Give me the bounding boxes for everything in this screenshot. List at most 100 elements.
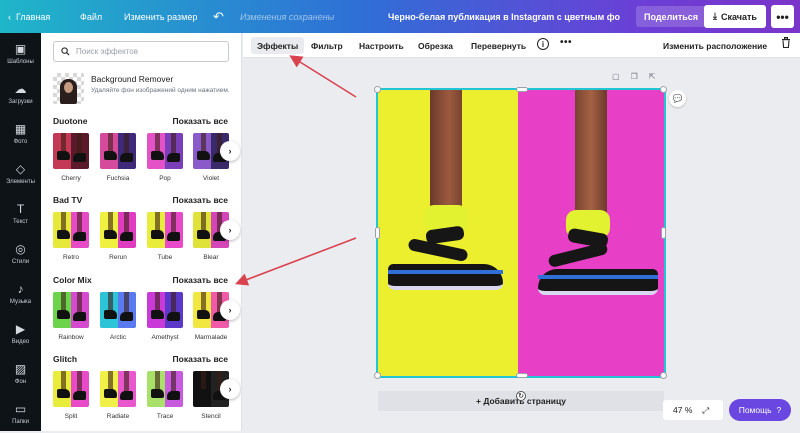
effect-label: Stencil (201, 413, 221, 420)
effect-label: Arctic (109, 334, 127, 341)
photo-icon: ▦ (14, 121, 27, 136)
home-button[interactable]: ‹ Главная (8, 0, 50, 33)
show-all-link[interactable]: Показать все (173, 195, 228, 205)
nav-label: Текст (12, 218, 29, 225)
effect-label: Violet (202, 175, 220, 182)
effect-label: Pop (159, 175, 171, 182)
filter-button[interactable]: Фильтр (305, 37, 349, 54)
nav-item-folder[interactable]: ▭ Папки (0, 393, 41, 433)
rotate-icon[interactable]: ↻ (516, 391, 526, 401)
info-icon[interactable]: i (537, 38, 549, 50)
background-remover[interactable]: Background Remover Удаляйте фон изображе… (53, 73, 233, 105)
nav-label: Шаблоны (7, 58, 34, 65)
effect-thumbnail[interactable] (53, 212, 89, 248)
effect-thumbnail[interactable] (53, 133, 89, 169)
effect-label: Retro (63, 254, 79, 261)
left-navigation: ▣ Шаблоны ☁ Загрузки ▦ Фото ◇ Элементы T Текст ◎ Ст… (0, 33, 41, 431)
show-all-link[interactable]: Показать все (173, 354, 228, 364)
nav-label: Музыка (9, 298, 32, 305)
effect-thumbnail[interactable] (53, 371, 89, 407)
nav-label: Элементы (6, 178, 35, 185)
more-options-button[interactable]: ••• (771, 5, 794, 28)
effect-label: Rerun (109, 254, 127, 261)
download-button[interactable]: ⤓ Скачать (704, 5, 766, 28)
section-title: Glitch (53, 354, 78, 364)
nav-item-background[interactable]: ▨ Фон (0, 353, 41, 393)
video-icon: ▶ (15, 321, 26, 336)
search-input[interactable]: Поиск эффектов (53, 41, 229, 62)
design-image[interactable] (376, 88, 666, 378)
chevron-right-icon[interactable]: › (220, 379, 240, 399)
share-button[interactable]: Поделиться (636, 6, 707, 27)
effect-thumbnail[interactable] (147, 133, 183, 169)
resize-handle[interactable] (374, 86, 381, 93)
effect-thumbnail[interactable] (100, 212, 136, 248)
file-menu[interactable]: Файл (80, 0, 102, 33)
undo-icon[interactable]: ↶ (213, 0, 224, 33)
resize-button[interactable]: Изменить размер (124, 0, 197, 33)
effect-label: Trace (156, 413, 174, 420)
effect-thumbnail[interactable] (147, 212, 183, 248)
help-label: Помощь (738, 405, 772, 415)
image-toolbar: Эффекты Фильтр Настроить Обрезка Перевер… (243, 33, 800, 58)
crop-button[interactable]: Обрезка (412, 37, 459, 54)
page-actions: ▢ ❐ ⇱ (612, 72, 655, 81)
resize-handle[interactable] (375, 227, 380, 239)
nav-item-photo[interactable]: ▦ Фото (0, 113, 41, 153)
zoom-level: 47 % (673, 405, 693, 415)
effect-thumbnail[interactable] (100, 133, 136, 169)
download-label: Скачать (721, 11, 757, 22)
resize-handle[interactable] (661, 227, 666, 239)
elements-icon: ◇ (15, 161, 26, 176)
upload-icon: ☁ (14, 81, 27, 96)
nav-item-music[interactable]: ♪ Музыка (0, 273, 41, 313)
resize-handle[interactable] (660, 86, 667, 93)
resize-handle[interactable] (516, 87, 528, 92)
adjust-button[interactable]: Настроить (353, 37, 410, 54)
show-all-link[interactable]: Показать все (173, 275, 228, 285)
chevron-right-icon[interactable]: › (220, 141, 240, 161)
nav-item-upload[interactable]: ☁ Загрузки (0, 73, 41, 113)
fullscreen-icon[interactable]: ⤢ (702, 405, 709, 416)
nav-item-video[interactable]: ▶ Видео (0, 313, 41, 353)
styles-icon: ◎ (15, 241, 26, 256)
nav-item-templates[interactable]: ▣ Шаблоны (0, 33, 41, 73)
document-title[interactable]: Черно-белая публикация в Instagram с цве… (388, 0, 620, 33)
nav-item-elements[interactable]: ◇ Элементы (0, 153, 41, 193)
folder-icon: ▭ (14, 401, 27, 416)
section-title: Duotone (53, 116, 88, 126)
text-icon: T (16, 201, 25, 216)
note-icon[interactable]: ▢ (612, 72, 620, 81)
chevron-right-icon[interactable]: › (220, 220, 240, 240)
left-sandal (388, 220, 503, 290)
chevron-right-icon[interactable]: › (220, 300, 240, 320)
background-remover-description: Удаляйте фон изображений одним нажатием. (91, 87, 230, 94)
resize-handle[interactable] (660, 372, 667, 379)
resize-handle[interactable] (516, 373, 528, 378)
toolbar-more-icon[interactable]: ••• (560, 37, 572, 48)
zoom-control[interactable]: 47 % ⤢ (663, 400, 723, 420)
effect-thumbnail[interactable] (100, 292, 136, 328)
effect-thumbnail[interactable] (53, 292, 89, 328)
right-sandal (538, 225, 658, 295)
chevron-left-icon: ‹ (8, 11, 11, 22)
home-label: Главная (16, 11, 51, 22)
effect-label: Fuchsia (106, 175, 130, 182)
search-icon (61, 47, 70, 56)
effect-thumbnail[interactable] (147, 371, 183, 407)
duplicate-page-icon[interactable]: ❐ (631, 72, 638, 81)
help-button[interactable]: Помощь ? (729, 399, 791, 421)
resize-handle[interactable] (374, 372, 381, 379)
nav-item-styles[interactable]: ◎ Стили (0, 233, 41, 273)
effects-tab[interactable]: Эффекты (251, 37, 305, 54)
arrange-button[interactable]: Изменить расположение (663, 37, 767, 54)
effect-thumbnail[interactable] (100, 371, 136, 407)
effect-thumbnail[interactable] (147, 292, 183, 328)
nav-label: Загрузки (8, 98, 33, 105)
add-page-icon[interactable]: ⇱ (649, 72, 656, 81)
show-all-link[interactable]: Показать все (173, 116, 228, 126)
flip-button[interactable]: Перевернуть (465, 37, 532, 54)
trash-icon[interactable] (781, 37, 791, 51)
comment-icon[interactable]: 💬 (669, 90, 686, 107)
nav-item-text[interactable]: T Текст (0, 193, 41, 233)
